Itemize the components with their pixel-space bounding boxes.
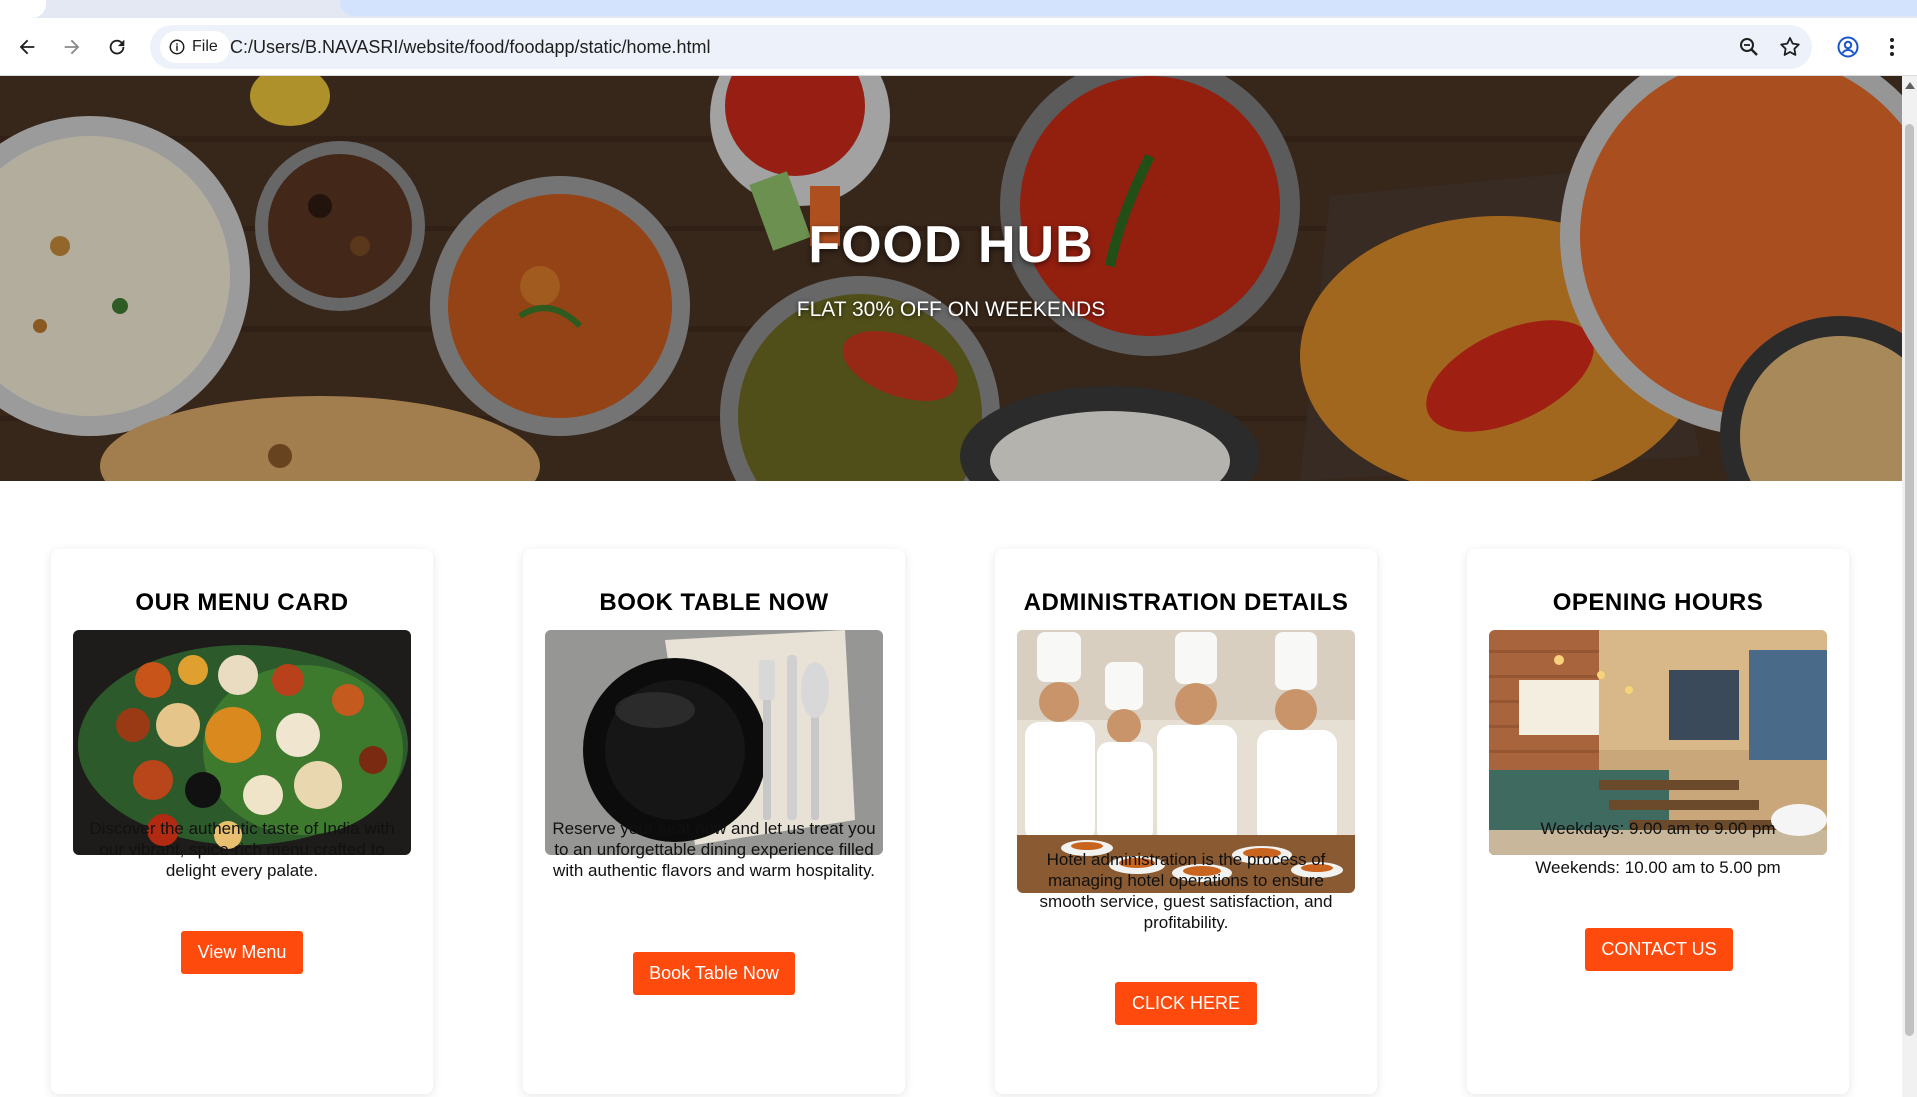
site-info-chip[interactable]: File	[160, 31, 230, 63]
active-tab[interactable]	[0, 0, 46, 18]
reload-icon	[109, 39, 125, 55]
back-arrow-icon	[19, 39, 35, 55]
card-menu: OUR MENU CARD Discover the authentic tas…	[51, 549, 433, 1094]
info-icon	[169, 39, 185, 55]
card-book-description: Reserve your seat now and let us treat y…	[552, 819, 876, 880]
hero-banner: FOOD HUB FLAT 30% OFF ON WEEKENDS	[0, 76, 1902, 481]
address-bar[interactable]: File C:/Users/B.NAVASRI/website/food/foo…	[150, 25, 1812, 69]
card-administration: ADMINISTRATION DETAILS Hotel administrat…	[995, 549, 1377, 1094]
card-admin-description: Hotel administration is the process of m…	[1039, 850, 1333, 932]
tab-strip-background	[340, 0, 1917, 16]
weekends-hours: Weekends: 10.00 am to 5.00 pm	[1535, 858, 1781, 877]
book-table-now-button[interactable]: Book Table Now	[633, 952, 795, 995]
site-chip-label: File	[192, 38, 218, 55]
card-book-title: BOOK TABLE NOW	[599, 589, 829, 616]
card-hours-title: OPENING HOURS	[1552, 589, 1764, 616]
card-book-table: BOOK TABLE NOW Reserve your seat now and…	[523, 549, 905, 1094]
click-here-button[interactable]: CLICK HERE	[1115, 982, 1257, 1025]
url-text[interactable]: C:/Users/B.NAVASRI/website/food/foodapp/…	[230, 37, 711, 58]
back-button[interactable]	[12, 32, 42, 62]
hero-dark-overlay	[0, 76, 1902, 481]
hero-subtitle: FLAT 30% OFF ON WEEKENDS	[796, 298, 1106, 321]
card-admin-title: ADMINISTRATION DETAILS	[1023, 589, 1349, 616]
weekdays-hours: Weekdays: 9.00 am to 9.00 pm	[1540, 819, 1776, 838]
forward-button[interactable]	[57, 32, 87, 62]
forward-arrow-icon	[64, 39, 80, 55]
page-viewport: FOOD HUB FLAT 30% OFF ON WEEKENDS OUR ME…	[0, 76, 1917, 1097]
scroll-up-arrow-icon[interactable]	[1905, 82, 1915, 89]
card-menu-title: OUR MENU CARD	[135, 589, 349, 616]
menu-button[interactable]	[1877, 32, 1907, 62]
profile-icon	[1837, 36, 1859, 58]
browser-toolbar: File C:/Users/B.NAVASRI/website/food/foo…	[0, 18, 1917, 76]
view-menu-button[interactable]: View Menu	[181, 931, 303, 974]
kebab-menu-icon	[1890, 38, 1894, 56]
profile-button[interactable]	[1833, 32, 1863, 62]
hero-title: FOOD HUB	[808, 216, 1094, 274]
zoom-icon[interactable]	[1737, 35, 1761, 59]
contact-us-button[interactable]: CONTACT US	[1585, 928, 1733, 971]
bookmark-star-icon[interactable]	[1778, 35, 1802, 59]
reload-button[interactable]	[102, 32, 132, 62]
card-menu-description: Discover the authentic taste of India wi…	[89, 819, 395, 880]
card-opening-hours: OPENING HOURS Weekdays: 9.00 am to 9.00 …	[1467, 549, 1849, 1094]
scrollbar-thumb[interactable]	[1905, 124, 1914, 1036]
tab-strip	[0, 0, 1917, 18]
page-scrollbar[interactable]	[1902, 76, 1917, 1097]
